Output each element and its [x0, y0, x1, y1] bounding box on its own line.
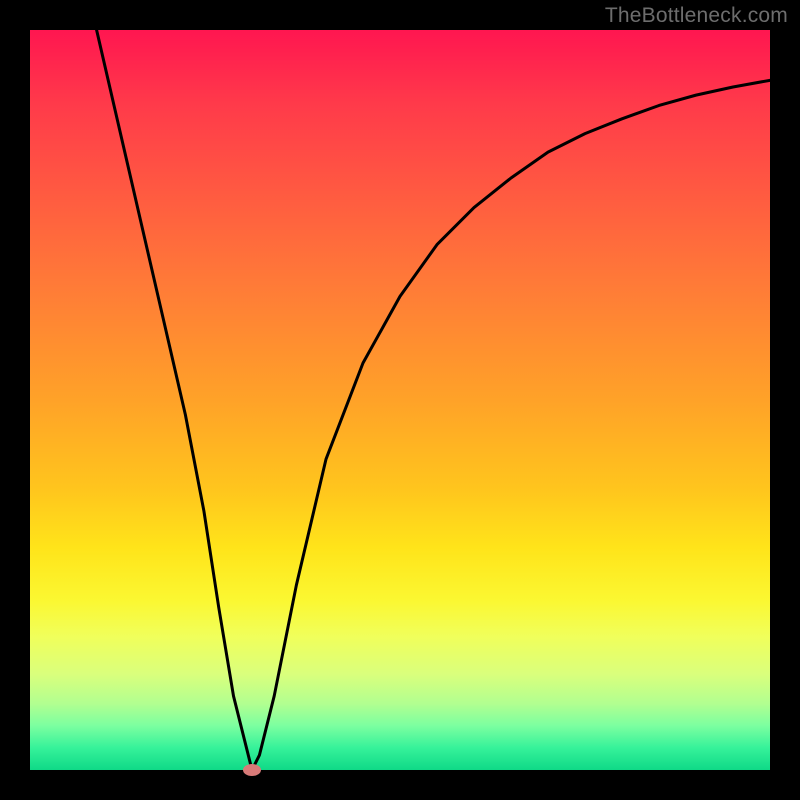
watermark-text: TheBottleneck.com	[605, 4, 788, 28]
chart-frame: TheBottleneck.com	[0, 0, 800, 800]
curve-svg	[30, 30, 770, 770]
plot-area	[30, 30, 770, 770]
curve-path	[97, 30, 770, 770]
minimum-marker	[243, 764, 261, 776]
